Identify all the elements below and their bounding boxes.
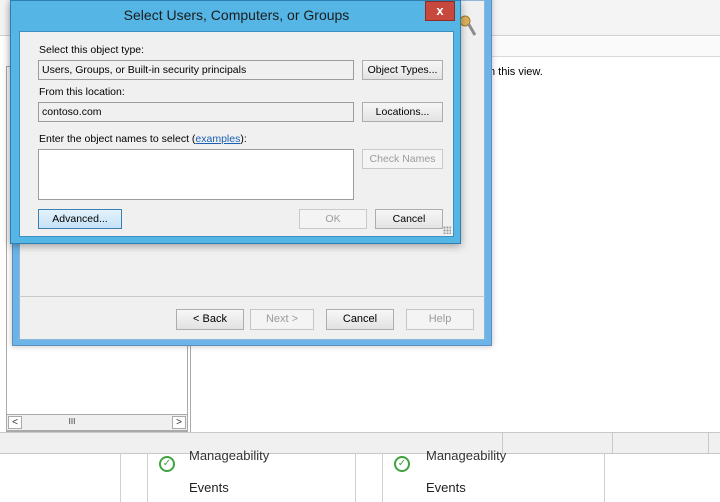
select-users-dialog: Select Users, Computers, or Groups x Sel… [10, 0, 461, 244]
tile: ✓ Manageability Events [120, 448, 382, 502]
check-circle-icon: ✓ [394, 456, 410, 472]
back-button[interactable]: < Back [176, 309, 244, 330]
check-names-button[interactable]: Check Names [362, 149, 443, 169]
examples-link[interactable]: examples [195, 133, 240, 145]
status-divider [612, 433, 613, 453]
empty-view-message: n this view. [489, 66, 543, 78]
close-button[interactable]: x [425, 1, 455, 21]
tile: ✓ Manageability Events [355, 448, 605, 502]
scroll-left-button[interactable]: < [8, 416, 22, 429]
wizard-separator [19, 296, 485, 297]
wizard-cancel-button[interactable]: Cancel [326, 309, 394, 330]
object-type-label: Select this object type: [39, 44, 145, 56]
scroll-right-button[interactable]: > [172, 416, 186, 429]
locations-button[interactable]: Locations... [362, 102, 443, 122]
cancel-button[interactable]: Cancel [375, 209, 443, 229]
location-field: contoso.com [38, 102, 354, 122]
background-column-header [490, 37, 720, 57]
scroll-thumb[interactable]: III [59, 416, 85, 429]
advanced-button[interactable]: Advanced... [38, 209, 122, 229]
horizontal-scrollbar[interactable]: < III > [6, 414, 188, 431]
object-types-button[interactable]: Object Types... [362, 60, 443, 80]
object-type-field: Users, Groups, or Built-in security prin… [38, 60, 354, 80]
object-names-label-suffix: ): [240, 133, 247, 145]
object-names-label: Enter the object names to select (exampl… [39, 133, 247, 145]
tile-events-link[interactable]: Events [189, 480, 229, 495]
resize-grip-icon[interactable] [443, 226, 451, 234]
dashboard-tiles: ✓ Manageability Events ✓ Manageability E… [0, 448, 720, 502]
tile-status: Manageability [189, 448, 270, 463]
ok-button[interactable]: OK [299, 209, 367, 229]
check-circle-icon: ✓ [159, 456, 175, 472]
help-button[interactable]: Help [406, 309, 474, 330]
tile-events-link[interactable]: Events [426, 480, 466, 495]
status-bar [0, 432, 720, 454]
object-names-input[interactable] [38, 149, 354, 200]
object-names-label-text: Enter the object names to select ( [39, 133, 196, 145]
next-button[interactable]: Next > [250, 309, 314, 330]
status-divider [708, 433, 709, 453]
dialog-body: Select this object type: Users, Groups, … [19, 31, 454, 237]
tile-status: Manageability [426, 448, 507, 463]
location-label: From this location: [39, 86, 125, 98]
dialog-title: Select Users, Computers, or Groups [123, 7, 350, 23]
